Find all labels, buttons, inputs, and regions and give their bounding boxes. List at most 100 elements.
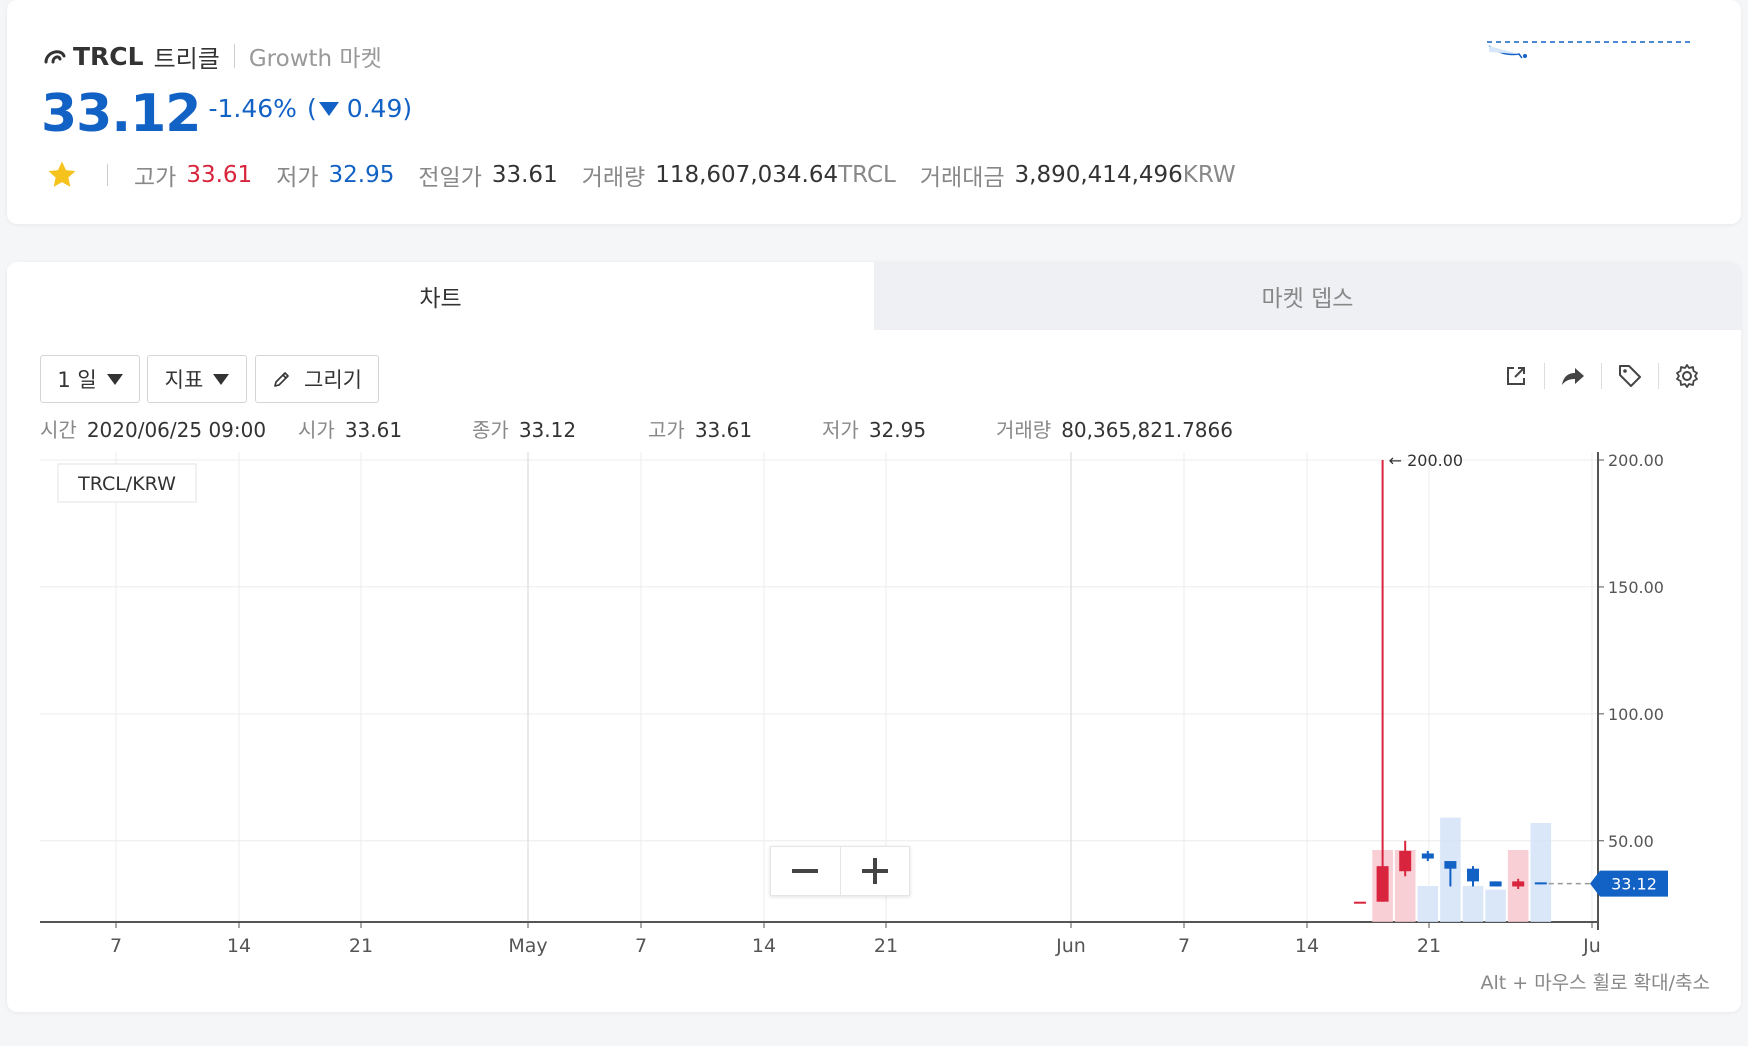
volume-bar: [1530, 823, 1552, 922]
close-value: 33.12: [518, 418, 577, 442]
stats-row: 고가 33.61 저가 32.95 전일가 33.61 거래량 118,607,…: [45, 158, 1236, 192]
y-tick-label: 50.00: [1608, 832, 1654, 851]
y-tick-label: 200.00: [1608, 451, 1664, 470]
zoom-controls: [770, 846, 910, 896]
tag-icon[interactable]: [1610, 358, 1650, 394]
y-tick-label: 100.00: [1608, 705, 1664, 724]
time-label: 시간: [40, 418, 77, 442]
high-label: 고가: [134, 165, 177, 191]
x-tick-label: Jun: [1055, 935, 1086, 957]
tab-market-depth[interactable]: 마켓 뎁스: [874, 262, 1741, 330]
candle-body: [1444, 861, 1457, 869]
candle-body: [1489, 881, 1502, 887]
candle-body: [1399, 850, 1412, 872]
ticker-summary-card: TRCL 트리클 Growth 마켓 33.12 -1.46% ( 0.49) …: [7, 0, 1741, 224]
draw-label: 그리기: [304, 368, 362, 392]
chart-tabs: 차트 마켓 뎁스: [7, 262, 1741, 330]
indicator-dropdown[interactable]: 지표: [147, 355, 247, 403]
ticker-title-row: TRCL 트리클 Growth 마켓: [41, 38, 382, 74]
market-name: Growth 마켓: [248, 46, 382, 72]
tab-chart[interactable]: 차트: [7, 262, 874, 330]
divider: [1601, 363, 1602, 389]
candle-body: [1376, 866, 1389, 902]
x-tick-label: 7: [1178, 935, 1190, 957]
zoom-hint: Alt + 마우스 휠로 확대/축소: [1480, 972, 1710, 994]
down-triangle-icon: [318, 101, 339, 116]
change-amount: 0.49): [346, 94, 413, 123]
x-tick-label: May: [508, 935, 547, 957]
trade-amount-unit: KRW: [1182, 162, 1236, 188]
ticker-korean-name: 트리클: [153, 44, 220, 73]
chevron-down-icon: [213, 373, 230, 385]
price-change: -1.46% ( 0.49): [208, 94, 412, 123]
volume-value: 118,607,034.64: [655, 162, 839, 188]
divider: [1658, 363, 1659, 389]
prev-close-value: 33.61: [491, 162, 558, 188]
x-tick-label: 21: [349, 935, 373, 957]
x-tick-label: Ju: [1582, 935, 1601, 957]
volume-label: 거래량: [581, 165, 646, 191]
prev-close-label: 전일가: [418, 165, 482, 191]
trickle-logo-icon: [44, 50, 66, 64]
x-tick-label: 21: [874, 935, 898, 957]
low-value: 32.95: [868, 418, 927, 442]
zoom-in-button[interactable]: [841, 847, 910, 895]
current-price: 33.12: [41, 84, 201, 144]
share-icon[interactable]: [1553, 358, 1593, 394]
star-icon[interactable]: [45, 158, 79, 192]
change-paren: (: [306, 94, 317, 123]
external-link-icon[interactable]: [1496, 358, 1536, 394]
ohlc-volume: 거래량 80,365,821.7866: [996, 414, 1233, 443]
change-percent: -1.46%: [208, 94, 297, 123]
trade-amount-value: 3,890,414,496: [1014, 162, 1183, 188]
ohlc-high: 고가 33.61: [648, 414, 752, 443]
volume-label: 거래량: [996, 418, 1052, 442]
ohlc-close: 종가 33.12: [472, 414, 576, 443]
interval-dropdown[interactable]: 1 일: [40, 355, 140, 403]
zoom-out-button[interactable]: [771, 847, 840, 895]
candle-body: [1512, 881, 1525, 887]
low-label: 저가: [276, 165, 319, 191]
mini-price-chart: [1487, 41, 1692, 59]
close-label: 종가: [472, 418, 509, 442]
candle-body: [1354, 901, 1366, 904]
low-value: 32.95: [328, 162, 395, 188]
low-label: 저가: [822, 418, 859, 442]
ohlc-time: 시간 2020/06/25 09:00: [40, 414, 266, 443]
volume-bar: [1462, 886, 1484, 922]
y-tick-label: 150.00: [1608, 578, 1664, 597]
minus-icon: [792, 869, 819, 873]
gear-icon[interactable]: [1667, 358, 1707, 394]
price-row: 33.12 -1.46% ( 0.49): [41, 84, 412, 144]
volume-bar: [1417, 886, 1439, 922]
interval-label: 1 일: [57, 368, 97, 392]
open-value: 33.61: [344, 418, 403, 442]
x-tick-label: 21: [1417, 935, 1441, 957]
pencil-icon: [274, 372, 289, 387]
x-tick-label: 7: [635, 935, 647, 957]
volume-value: 80,365,821.7866: [1061, 418, 1233, 442]
x-tick-label: 14: [752, 935, 776, 957]
open-label: 시가: [298, 418, 335, 442]
divider: [107, 164, 108, 186]
time-value: 2020/06/25 09:00: [86, 418, 267, 442]
chart-tools: [1496, 358, 1707, 394]
high-value: 33.61: [186, 162, 253, 188]
ohlc-open: 시가 33.61: [298, 414, 402, 443]
high-value: 33.61: [694, 418, 753, 442]
x-tick-label: 7: [110, 935, 122, 957]
volume-bar: [1485, 889, 1506, 922]
plus-icon: [861, 858, 888, 884]
divider: [1544, 363, 1545, 389]
indicator-label: 지표: [164, 368, 204, 392]
ohlc-low: 저가 32.95: [822, 414, 926, 443]
draw-button[interactable]: 그리기: [255, 355, 379, 403]
pair-label: TRCL/KRW: [77, 473, 176, 495]
x-tick-label: 14: [1295, 935, 1319, 957]
trade-amount-label: 거래대금: [919, 165, 1005, 191]
chevron-down-icon: [106, 373, 123, 385]
divider: [233, 44, 235, 68]
candle-body: [1421, 853, 1434, 859]
x-tick-label: 14: [227, 935, 251, 957]
high-label: 고가: [648, 418, 685, 442]
